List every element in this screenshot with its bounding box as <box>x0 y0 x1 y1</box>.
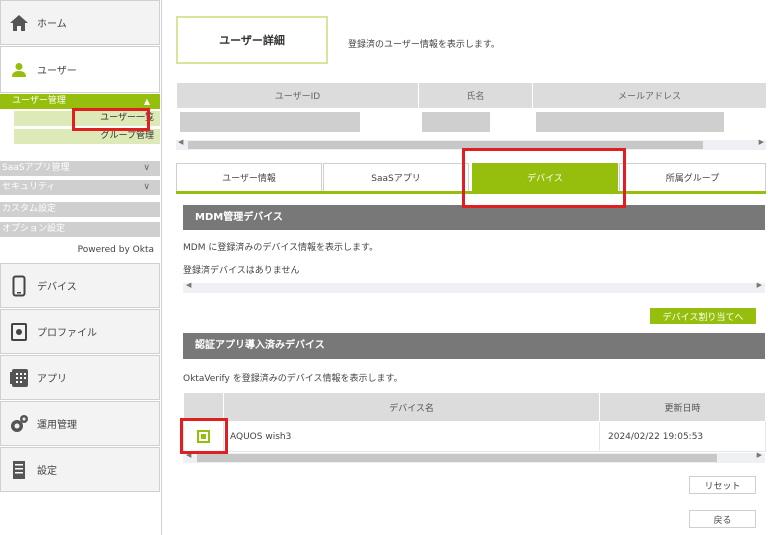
scroll-thumb[interactable] <box>188 141 703 149</box>
chevron-down-icon: ∨ <box>143 163 150 173</box>
apps-icon <box>1 367 37 389</box>
nav-device-label: デバイス <box>37 282 77 293</box>
mdm-scrollbar[interactable]: ◀ ▶ <box>183 281 765 293</box>
tab-saas-apps[interactable]: SaaSアプリ <box>323 163 469 191</box>
nav-group-mgmt[interactable]: グループ管理 <box>14 129 160 144</box>
mdm-section-header: MDM管理デバイス <box>183 205 765 230</box>
nav-saas-mgmt[interactable]: SaaSアプリ管理 ∨ <box>0 161 160 176</box>
nav-user-mgmt-label: ユーザー管理 <box>12 96 66 106</box>
back-button[interactable]: 戻る <box>689 510 756 528</box>
user-id-cell <box>176 108 419 136</box>
tab-label: SaaSアプリ <box>371 174 421 184</box>
powered-by: Powered by Okta <box>77 245 154 255</box>
device-table: デバイス名 更新日時 AQUOS wish3 2024/02/22 19:05:… <box>183 392 766 452</box>
assign-device-label: デバイス割り当てへ <box>662 312 744 323</box>
nav-apps[interactable]: アプリ <box>0 355 160 400</box>
tab-user-info[interactable]: ユーザー情報 <box>176 163 322 191</box>
nav-home[interactable]: ホーム <box>0 0 160 45</box>
device-name-cell: AQUOS wish3 <box>223 421 600 452</box>
scroll-right-icon[interactable]: ▶ <box>759 138 764 146</box>
page-title: ユーザー詳細 <box>219 34 285 47</box>
auth-description: OktaVerify を登録済みのデバイス情報を表示します。 <box>183 374 403 384</box>
settings-icon <box>1 460 37 480</box>
nav-user-list-label: ユーザー一覧 <box>100 113 154 123</box>
redacted-block <box>422 112 490 132</box>
profile-icon <box>1 322 37 342</box>
home-icon <box>1 14 37 32</box>
nav-options-label: オプション設定 <box>2 224 66 234</box>
nav-device[interactable]: デバイス <box>0 263 160 308</box>
nav-profile[interactable]: プロファイル <box>0 309 160 354</box>
page-description: 登録済のユーザー情報を表示します。 <box>348 40 500 50</box>
tab-label: ユーザー情報 <box>222 174 276 184</box>
scroll-left-icon[interactable]: ◀ <box>178 138 183 146</box>
scroll-right-icon[interactable]: ▶ <box>757 281 762 289</box>
reset-label: リセット <box>704 481 741 492</box>
nav-custom[interactable]: カスタム設定 <box>0 202 160 217</box>
table-row[interactable]: AQUOS wish3 2024/02/22 19:05:53 <box>183 421 766 452</box>
nav-user-mgmt[interactable]: ユーザー管理 ▲ <box>0 94 160 109</box>
mdm-empty-message: 登録済デバイスはありません <box>183 266 300 276</box>
nav-group-mgmt-label: グループ管理 <box>100 131 154 141</box>
device-radio[interactable] <box>197 430 210 443</box>
gear-icon <box>1 413 37 435</box>
sidebar: ホーム ユーザー ユーザー管理 ▲ ユーザー一覧 グループ管理 SaaSアプリ管… <box>0 0 162 535</box>
nav-home-label: ホーム <box>37 19 67 30</box>
column-header-user-id: ユーザーID <box>176 82 419 109</box>
user-icon <box>1 62 37 78</box>
table-row <box>176 108 767 136</box>
nav-security[interactable]: セキュリティ ∨ <box>0 180 160 195</box>
column-header-email: メールアドレス <box>532 82 767 109</box>
chevron-down-icon: ∨ <box>143 182 150 192</box>
name-cell <box>418 108 533 136</box>
nav-user-list[interactable]: ユーザー一覧 <box>14 111 160 126</box>
user-table-scrollbar[interactable]: ◀ ▶ <box>176 138 766 150</box>
reset-button[interactable]: リセット <box>689 476 756 494</box>
nav-ops[interactable]: 運用管理 <box>0 401 160 446</box>
nav-security-label: セキュリティ <box>2 182 56 192</box>
tab-devices[interactable]: デバイス <box>472 163 618 191</box>
column-header-name: 氏名 <box>418 82 533 109</box>
tab-bar: ユーザー情報 SaaSアプリ デバイス 所属グループ <box>176 163 766 194</box>
phone-icon <box>1 275 37 297</box>
mdm-description: MDM に登録済みのデバイス情報を表示します。 <box>183 243 379 253</box>
nav-saas-mgmt-label: SaaSアプリ管理 <box>2 163 70 173</box>
nav-profile-label: プロファイル <box>37 328 97 339</box>
nav-settings[interactable]: 設定 <box>0 447 160 492</box>
scroll-right-icon[interactable]: ▶ <box>757 451 762 459</box>
nav-apps-label: アプリ <box>37 374 67 385</box>
redacted-block <box>180 112 360 132</box>
chevron-up-icon: ▲ <box>143 97 150 106</box>
nav-options[interactable]: オプション設定 <box>0 222 160 237</box>
nav-user-label: ユーザー <box>37 66 77 77</box>
assign-device-button[interactable]: デバイス割り当てへ <box>650 308 756 324</box>
scroll-thumb[interactable] <box>197 454 717 462</box>
tab-groups[interactable]: 所属グループ <box>619 163 766 191</box>
scroll-left-icon[interactable]: ◀ <box>186 281 191 289</box>
column-header-updated: 更新日時 <box>599 392 766 422</box>
nav-user[interactable]: ユーザー <box>0 46 160 93</box>
nav-settings-label: 設定 <box>37 466 57 477</box>
device-updated-cell: 2024/02/22 19:05:53 <box>599 421 766 452</box>
nav-ops-label: 運用管理 <box>37 420 77 431</box>
scroll-left-icon[interactable]: ◀ <box>186 451 191 459</box>
nav-custom-label: カスタム設定 <box>2 204 57 214</box>
user-table: ユーザーID 氏名 メールアドレス <box>176 82 767 136</box>
device-table-scrollbar[interactable]: ◀ ▶ <box>183 451 765 463</box>
page-title-card: ユーザー詳細 <box>176 16 328 64</box>
select-column-header <box>183 392 224 422</box>
back-label: 戻る <box>713 515 732 526</box>
select-cell[interactable] <box>183 421 224 452</box>
tab-label: 所属グループ <box>665 174 720 184</box>
column-header-device-name: デバイス名 <box>223 392 600 422</box>
auth-section-header: 認証アプリ導入済みデバイス <box>183 333 765 359</box>
app-root: ホーム ユーザー ユーザー管理 ▲ ユーザー一覧 グループ管理 SaaSアプリ管… <box>0 0 768 535</box>
redacted-block <box>536 112 724 132</box>
email-cell <box>532 108 767 136</box>
tab-label: デバイス <box>527 174 563 184</box>
